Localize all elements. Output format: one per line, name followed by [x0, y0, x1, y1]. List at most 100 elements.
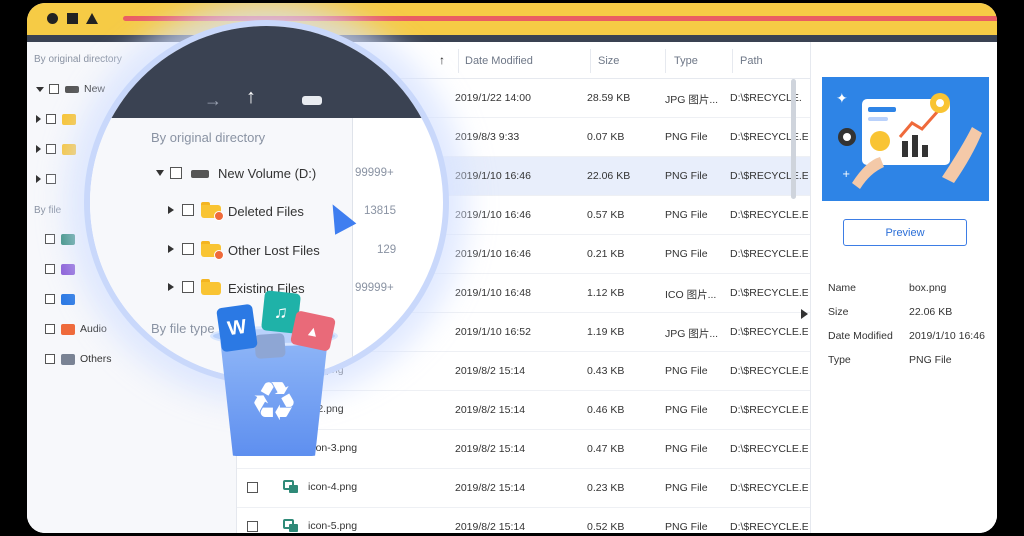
table-row[interactable]: icon-4.png 2019/8/2 15:14 0.23 KB PNG File D…	[237, 469, 810, 508]
path-cell: D:\$RECYCLE.	[730, 92, 802, 104]
checkbox[interactable]	[182, 281, 194, 293]
date-cell: 2019/8/2 15:14	[455, 404, 526, 416]
back-arrow-icon[interactable]: →	[204, 90, 222, 111]
checkbox[interactable]	[182, 243, 194, 255]
chevron-down-icon[interactable]	[36, 86, 44, 92]
preview-panel: ✦ + Preview Name box.png Size 22.06 KB D…	[810, 42, 997, 533]
path-cell: D:\$RECYCLE.E	[730, 170, 808, 182]
type-cell: JPG 图片...	[665, 328, 719, 340]
file-type-item[interactable]	[45, 230, 80, 248]
chevron-down-icon[interactable]	[156, 170, 164, 176]
checkbox[interactable]	[45, 264, 55, 274]
checkbox[interactable]	[45, 354, 55, 364]
chevron-right-icon[interactable]	[36, 175, 41, 183]
window-frame: By original directory New By fi	[27, 3, 997, 533]
meta-value: 22.06 KB	[909, 306, 953, 318]
row-checkbox[interactable]	[247, 521, 258, 532]
chevron-right-icon[interactable]	[36, 115, 41, 123]
date-cell: 2019/8/3 9:33	[455, 131, 520, 143]
tree-item[interactable]	[36, 110, 81, 128]
meta-value: box.png	[909, 282, 947, 294]
path-cell: D:\$RECYCLE.E	[730, 482, 808, 494]
tree-item[interactable]	[36, 170, 62, 188]
checkbox[interactable]	[45, 294, 55, 304]
checkbox[interactable]	[46, 174, 56, 184]
row-checkbox[interactable]	[247, 482, 258, 493]
meta-key: Name	[828, 282, 857, 294]
checkbox[interactable]	[170, 167, 182, 179]
type-cell: PNG File	[665, 170, 708, 182]
path-cell: D:\$RECYCLE.E	[730, 287, 808, 299]
type-cell: JPG 图片...	[665, 94, 719, 106]
by-file-heading: By file	[34, 205, 62, 216]
checkbox[interactable]	[170, 358, 182, 370]
chevron-right-icon[interactable]	[168, 283, 174, 291]
drive-icon	[65, 85, 79, 93]
chevron-right-icon[interactable]	[36, 145, 41, 153]
checkbox[interactable]	[182, 204, 194, 216]
drive-button-icon[interactable]	[302, 96, 322, 105]
column-header-path[interactable]: Path	[740, 55, 763, 67]
up-arrow-icon[interactable]: ↑	[246, 86, 256, 109]
column-divider[interactable]	[458, 49, 459, 73]
file-type-item[interactable]	[45, 290, 80, 308]
file-type-count: 68974	[362, 359, 394, 371]
circle-icon[interactable]	[47, 13, 58, 24]
preview-button[interactable]: Preview	[843, 219, 967, 246]
checkbox[interactable]	[45, 324, 55, 334]
checkbox[interactable]	[46, 144, 56, 154]
image-file-icon	[283, 480, 298, 493]
size-cell: 0.47 KB	[587, 443, 625, 455]
video-icon	[61, 263, 75, 275]
checkbox[interactable]	[45, 234, 55, 244]
size-cell: 28.59 KB	[587, 92, 631, 104]
folder-label-other-lost[interactable]: Other Lost Files	[228, 243, 320, 258]
dashboard-illustration-icon: ✦ +	[836, 91, 982, 189]
type-cell: PNG File	[665, 482, 708, 494]
type-cell: ICO 图片...	[665, 289, 717, 301]
path-cell: D:\$RECYCLE.E	[730, 443, 808, 455]
date-cell: 2019/1/10 16:46	[455, 170, 531, 182]
meta-key: Type	[828, 354, 851, 366]
app-body: By original directory New By fi	[27, 20, 997, 533]
table-scrollbar[interactable]	[791, 79, 796, 199]
image-file-icon	[254, 332, 286, 360]
square-icon[interactable]	[67, 13, 78, 24]
path-cell: D:\$RECYCLE.E	[730, 365, 808, 377]
chevron-right-icon[interactable]	[168, 206, 174, 214]
checkbox[interactable]	[49, 84, 59, 94]
preview-thumbnail: ✦ +	[822, 77, 989, 201]
path-cell: D:\$RECYCLE.E	[730, 131, 808, 143]
date-cell: 2019/8/2 15:14	[455, 365, 526, 377]
folder-count: 13815	[364, 205, 396, 217]
collapse-panel-icon[interactable]	[801, 309, 808, 319]
type-cell: PNG File	[665, 248, 708, 260]
checkbox[interactable]	[46, 114, 56, 124]
panel-divider	[352, 118, 353, 379]
column-divider[interactable]	[665, 49, 666, 73]
type-cell: PNG File	[665, 365, 708, 377]
image-file-icon	[283, 519, 298, 532]
audio-icon	[61, 323, 75, 335]
path-cell: D:\$RECYCLE.E	[730, 521, 808, 533]
file-type-item[interactable]	[45, 260, 80, 278]
size-cell: 0.57 KB	[587, 209, 625, 221]
column-divider[interactable]	[590, 49, 591, 73]
table-row[interactable]: icon-5.png 2019/8/2 15:14 0.52 KB PNG File D…	[237, 508, 810, 533]
column-header-date[interactable]: Date Modified	[465, 55, 533, 67]
volume-label[interactable]: New Volume (D:)	[218, 166, 316, 181]
column-divider[interactable]	[732, 49, 733, 73]
type-cell: PNG File	[665, 131, 708, 143]
chevron-right-icon[interactable]	[168, 245, 174, 253]
meta-key: Size	[828, 306, 849, 318]
path-cell: D:\$RECYCLE.E	[730, 326, 808, 338]
triangle-icon[interactable]	[86, 13, 98, 24]
by-file-type-heading: By file type	[151, 321, 215, 336]
column-header-size[interactable]: Size	[598, 55, 619, 67]
size-cell: 0.43 KB	[587, 365, 625, 377]
date-cell: 2019/1/10 16:52	[455, 326, 531, 338]
meta-value: 2019/1/10 16:46	[909, 330, 985, 342]
tree-item[interactable]	[36, 140, 81, 158]
column-header-type[interactable]: Type	[674, 55, 698, 67]
folder-label-deleted[interactable]: Deleted Files	[228, 204, 304, 219]
